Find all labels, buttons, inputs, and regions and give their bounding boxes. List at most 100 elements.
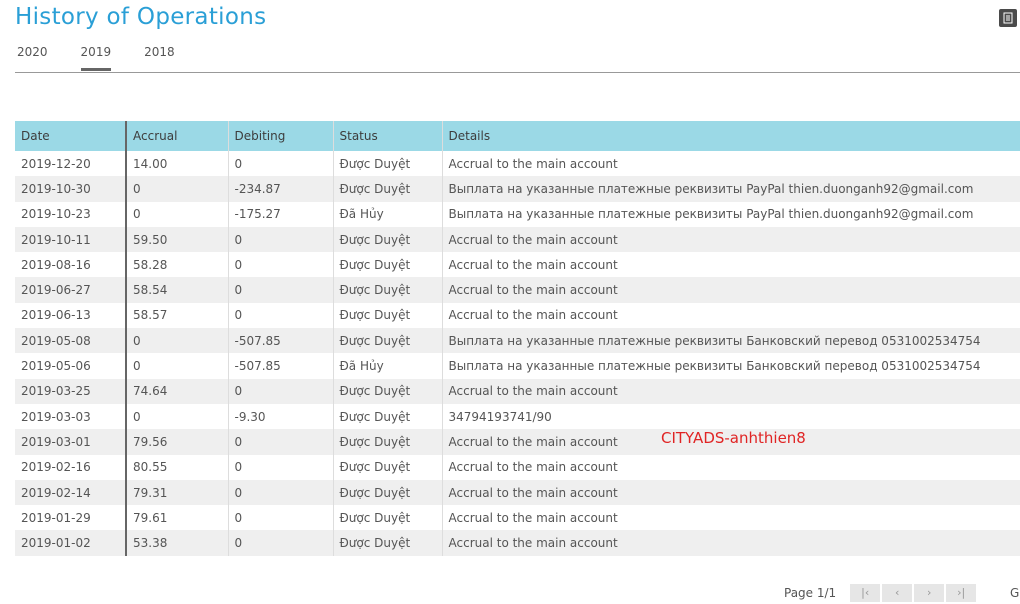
column-header-accrual[interactable]: Accrual bbox=[126, 121, 229, 151]
cell-date: 2019-03-03 bbox=[15, 403, 127, 430]
export-button[interactable] bbox=[999, 9, 1017, 27]
cell-date: 2019-08-16 bbox=[15, 252, 127, 278]
cell-accrual: 79.56 bbox=[126, 429, 229, 455]
table-row: 2019-10-30 0 -234.87 Được Duyệt Выплата на у… bbox=[15, 176, 1020, 202]
year-tabs: 2020 2019 2018 bbox=[17, 45, 1020, 73]
cell-accrual: 58.57 bbox=[126, 302, 229, 329]
table-row: 2019-02-14 79.31 0 Được Duyệt Accrual to the… bbox=[15, 479, 1020, 506]
cell-details: Выплата на указанные платежные реквизиты… bbox=[448, 207, 974, 222]
column-header-debiting[interactable]: Debiting bbox=[228, 121, 334, 151]
cell-status: Được Duyệt bbox=[333, 505, 443, 531]
cell-status: Được Duyệt bbox=[333, 454, 443, 480]
column-header-status[interactable]: Status bbox=[333, 121, 443, 151]
table-row: 2019-12-20 14.00 0 Được Duyệt Accrual to the… bbox=[15, 151, 1020, 177]
cell-details: Выплата на указанные платежные реквизиты… bbox=[448, 359, 981, 374]
cell-date: 2019-06-13 bbox=[15, 302, 127, 329]
cell-accrual: 0 bbox=[126, 403, 229, 430]
pagination-trail: G bbox=[1010, 586, 1020, 600]
cell-debiting: -9.30 bbox=[228, 403, 334, 430]
cell-accrual: 74.64 bbox=[126, 378, 229, 404]
column-header-date[interactable]: Date bbox=[15, 121, 127, 151]
cell-status: Đã Hủy bbox=[333, 201, 443, 227]
cell-details: Accrual to the main account bbox=[448, 156, 618, 171]
tab-2019[interactable]: 2019 bbox=[80, 45, 111, 71]
cell-debiting: 0 bbox=[228, 454, 334, 480]
cell-status: Được Duyệt bbox=[333, 378, 443, 404]
cell-status: Được Duyệt bbox=[333, 530, 443, 556]
cell-date: 2019-02-14 bbox=[15, 479, 127, 506]
cell-date: 2019-01-29 bbox=[15, 505, 127, 531]
page-title: History of Operations bbox=[15, 4, 267, 30]
cell-debiting: 0 bbox=[228, 277, 334, 303]
cell-date: 2019-10-23 bbox=[15, 201, 127, 227]
page-indicator: Page 1/1 bbox=[784, 586, 837, 600]
cell-debiting: 0 bbox=[228, 479, 334, 506]
cell-details: 34794193741/90 bbox=[448, 409, 552, 424]
cell-debiting: -175.27 bbox=[228, 201, 334, 227]
cell-status: Được Duyệt bbox=[333, 429, 443, 455]
table-row: 2019-03-25 74.64 0 Được Duyệt Accrual to the… bbox=[15, 378, 1020, 404]
cell-status: Được Duyệt bbox=[333, 226, 443, 253]
cell-accrual: 0 bbox=[126, 201, 229, 227]
table-row: 2019-03-03 0 -9.30 Được Duyệt 34794193741/90 bbox=[15, 403, 1020, 430]
cell-debiting: 0 bbox=[228, 302, 334, 329]
cell-status: Được Duyệt bbox=[333, 176, 443, 202]
cell-debiting: 0 bbox=[228, 151, 334, 177]
table-row: 2019-01-29 79.61 0 Được Duyệt Accrual to the… bbox=[15, 505, 1020, 531]
cell-details: Accrual to the main account bbox=[442, 277, 1020, 303]
cell-accrual: 79.61 bbox=[126, 505, 229, 531]
cell-accrual: 0 bbox=[126, 353, 229, 379]
cell-date: 2019-01-02 bbox=[15, 530, 127, 556]
next-page-icon[interactable]: › bbox=[914, 584, 945, 602]
table-row: 2019-05-06 0 -507.85 Đã Hủy Выплата на указа… bbox=[15, 353, 1020, 379]
cell-debiting: 0 bbox=[228, 378, 334, 404]
cell-details: Accrual to the main account bbox=[442, 378, 1020, 404]
table-row: 2019-03-01 79.56 0 Được Duyệt Accrual to the… bbox=[15, 429, 1020, 455]
cell-details: Accrual to the main account bbox=[442, 226, 1020, 253]
prev-page-icon[interactable]: ‹ bbox=[882, 584, 913, 602]
table-row: 2019-02-16 80.55 0 Được Duyệt Accrual to the… bbox=[15, 454, 1020, 480]
cell-accrual: 53.38 bbox=[126, 530, 229, 556]
cell-debiting: 0 bbox=[228, 505, 334, 531]
cell-accrual: 14.00 bbox=[126, 151, 229, 177]
column-header-details[interactable]: Details bbox=[442, 121, 1020, 151]
cell-date: 2019-10-11 bbox=[15, 226, 127, 253]
tab-2020[interactable]: 2020 bbox=[17, 45, 48, 71]
cell-date: 2019-10-30 bbox=[15, 176, 127, 202]
cell-debiting: 0 bbox=[228, 252, 334, 278]
cell-debiting: -507.85 bbox=[228, 353, 334, 379]
table-row: 2019-05-08 0 -507.85 Được Duyệt Выплата на у… bbox=[15, 328, 1020, 354]
cell-details: Выплата на указанные платежные реквизиты… bbox=[442, 176, 1020, 202]
cell-status: Được Duyệt bbox=[333, 403, 443, 430]
first-page-icon[interactable]: |‹ bbox=[850, 584, 881, 602]
operations-table: Date Accrual Debiting Status Details 2019-12… bbox=[15, 121, 1020, 556]
last-page-icon[interactable]: ›| bbox=[946, 584, 977, 602]
table-row: 2019-01-02 53.38 0 Được Duyệt Accrual to the… bbox=[15, 530, 1020, 556]
cell-status: Được Duyệt bbox=[333, 151, 443, 177]
tab-2018[interactable]: 2018 bbox=[144, 45, 175, 71]
cell-date: 2019-02-16 bbox=[15, 454, 127, 480]
cell-date: 2019-12-20 bbox=[15, 151, 127, 177]
cell-accrual: 58.28 bbox=[126, 252, 229, 278]
cell-debiting: 0 bbox=[228, 226, 334, 253]
watermark-text: CITYADS-anhthien8 bbox=[661, 429, 806, 447]
table-row: 2019-06-13 58.57 0 Được Duyệt Accrual to the… bbox=[15, 302, 1020, 329]
table-row: 2019-06-27 58.54 0 Được Duyệt Accrual to the… bbox=[15, 277, 1020, 303]
cell-accrual: 0 bbox=[126, 176, 229, 202]
cell-date: 2019-05-08 bbox=[15, 328, 127, 354]
cell-status: Đã Hủy bbox=[333, 353, 443, 379]
table-body: 2019-12-20 14.00 0 Được Duyệt Accrual to the… bbox=[15, 151, 1020, 556]
cell-debiting: 0 bbox=[228, 429, 334, 455]
cell-details: Accrual to the main account bbox=[442, 479, 1020, 506]
cell-status: Được Duyệt bbox=[333, 252, 443, 278]
cell-details: Accrual to the main account bbox=[442, 530, 1020, 556]
document-icon bbox=[1003, 12, 1013, 24]
cell-accrual: 0 bbox=[126, 328, 229, 354]
cell-details: Accrual to the main account bbox=[448, 308, 618, 323]
cell-status: Được Duyệt bbox=[333, 302, 443, 329]
cell-date: 2019-03-01 bbox=[15, 429, 127, 455]
cell-details: Accrual to the main account bbox=[448, 257, 618, 272]
cell-accrual: 58.54 bbox=[126, 277, 229, 303]
operations-table-container: Date Accrual Debiting Status Details 2019-12… bbox=[15, 121, 1020, 556]
cell-accrual: 59.50 bbox=[126, 226, 229, 253]
